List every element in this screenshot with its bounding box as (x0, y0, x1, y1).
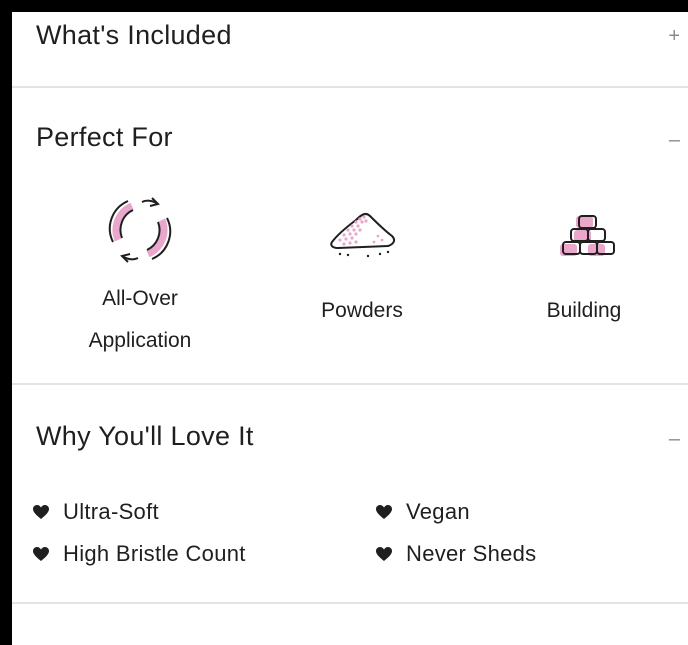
stacked-blocks-icon (560, 215, 615, 256)
list-item-label: Ultra-Soft (63, 499, 159, 524)
circular-arrows-icon (108, 197, 172, 263)
section-title-perfect-for: Perfect For (36, 122, 173, 152)
collapse-minus-icon[interactable]: – (669, 429, 680, 449)
heart-icon (33, 547, 49, 561)
feature-label-line2: Application (88, 329, 192, 352)
accordion-whats-included[interactable]: What's Included + (12, 12, 688, 88)
accordion-why-youll-love-it[interactable]: Why You'll Love It – Ultra-Soft High Bri… (12, 385, 688, 603)
divider (12, 602, 688, 604)
expand-plus-icon[interactable]: + (668, 26, 680, 46)
collapse-minus-icon[interactable]: – (669, 130, 680, 150)
list-item-label: High Bristle Count (63, 541, 246, 566)
feature-label-building: Building (546, 299, 622, 322)
powder-pile-icon (330, 212, 396, 258)
list-item-label: Never Sheds (406, 541, 537, 566)
love-list: Ultra-Soft High Bristle Count Vegan Neve… (32, 499, 688, 599)
list-item-label: Vegan (406, 499, 470, 524)
feature-all-over-application: All-Over Application (60, 192, 220, 362)
feature-label-line1: All-Over (102, 287, 178, 310)
feature-label-powders: Powders (321, 299, 403, 322)
feature-label-all-over-application: All-Over Application (60, 278, 220, 362)
heart-icon (33, 505, 49, 519)
heart-icon (376, 547, 392, 561)
product-details-panel: What's Included + Perfect For – All-Over (12, 12, 688, 645)
section-title-why-youll-love-it: Why You'll Love It (36, 421, 254, 451)
feature-powders: Powders (302, 192, 422, 332)
accordion-perfect-for[interactable]: Perfect For – All-Over Application Powde… (12, 88, 688, 384)
heart-icon (376, 505, 392, 519)
section-title-whats-included: What's Included (36, 20, 232, 50)
feature-building: Building (524, 192, 644, 332)
